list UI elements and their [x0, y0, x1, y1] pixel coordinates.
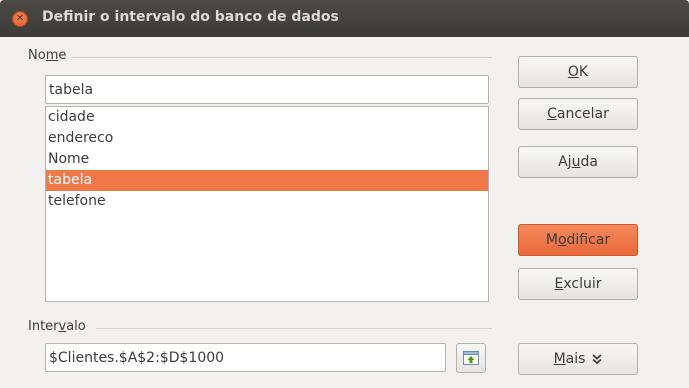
help-label-mnemonic: u: [571, 154, 581, 170]
list-item[interactable]: cidade: [46, 107, 488, 128]
more-label-mnemonic: M: [553, 351, 566, 367]
window-title: Definir o intervalo do banco de dados: [42, 9, 339, 25]
close-icon[interactable]: ✕: [12, 11, 28, 27]
delete-label-post: xcluir: [563, 276, 602, 292]
cancel-label-mnemonic: C: [547, 106, 557, 122]
ok-button[interactable]: OK: [518, 56, 638, 88]
double-chevron-down-icon: [592, 354, 603, 364]
name-input[interactable]: tabela: [45, 75, 489, 104]
ok-label-mnemonic: O: [567, 64, 579, 80]
range-section-divider: [96, 328, 492, 329]
database-range-list[interactable]: cidade endereco Nome tabela telefone: [45, 106, 489, 302]
range-input-value[interactable]: $Clientes.$A$2:$D$1000: [49, 350, 224, 366]
range-section-label: Intervalo: [28, 319, 86, 334]
range-input[interactable]: $Clientes.$A$2:$D$1000: [45, 343, 446, 372]
name-input-value[interactable]: tabela: [49, 82, 93, 98]
cancel-label-post: ancelar: [556, 106, 609, 122]
modify-label-mnemonic: o: [557, 232, 567, 248]
name-label-pre: No: [28, 48, 46, 63]
more-label-post: ais: [565, 351, 586, 367]
name-section-label: Nome: [28, 48, 66, 63]
help-button[interactable]: Aj u da: [518, 146, 638, 178]
help-label-pre: Aj: [558, 154, 572, 170]
name-label-mnemonic: m: [45, 48, 59, 63]
more-button[interactable]: Mais: [518, 343, 638, 375]
delete-label-mnemonic: E: [554, 276, 564, 292]
shrink-selection-icon: [463, 351, 479, 365]
modify-label-post: dificar: [566, 232, 611, 248]
help-label-post: da: [580, 154, 598, 170]
cancel-button[interactable]: Cancelar: [518, 98, 638, 130]
range-label-pre: Inter: [28, 319, 59, 334]
list-item[interactable]: endereco: [46, 128, 488, 149]
modify-label-pre: M: [545, 232, 558, 248]
ok-label-post: K: [578, 64, 589, 80]
name-section-divider: [72, 57, 492, 58]
list-item-selected[interactable]: tabela: [46, 170, 488, 191]
title-bar: ✕ Definir o intervalo do banco de dados: [0, 0, 689, 37]
name-label-post: e: [58, 48, 67, 63]
delete-button[interactable]: Excluir: [518, 268, 638, 300]
range-label-post: alo: [66, 319, 86, 334]
list-item[interactable]: telefone: [46, 191, 488, 212]
shrink-selection-button[interactable]: [456, 343, 486, 373]
modify-button[interactable]: Mo dificar: [518, 224, 638, 256]
list-item[interactable]: Nome: [46, 149, 488, 170]
